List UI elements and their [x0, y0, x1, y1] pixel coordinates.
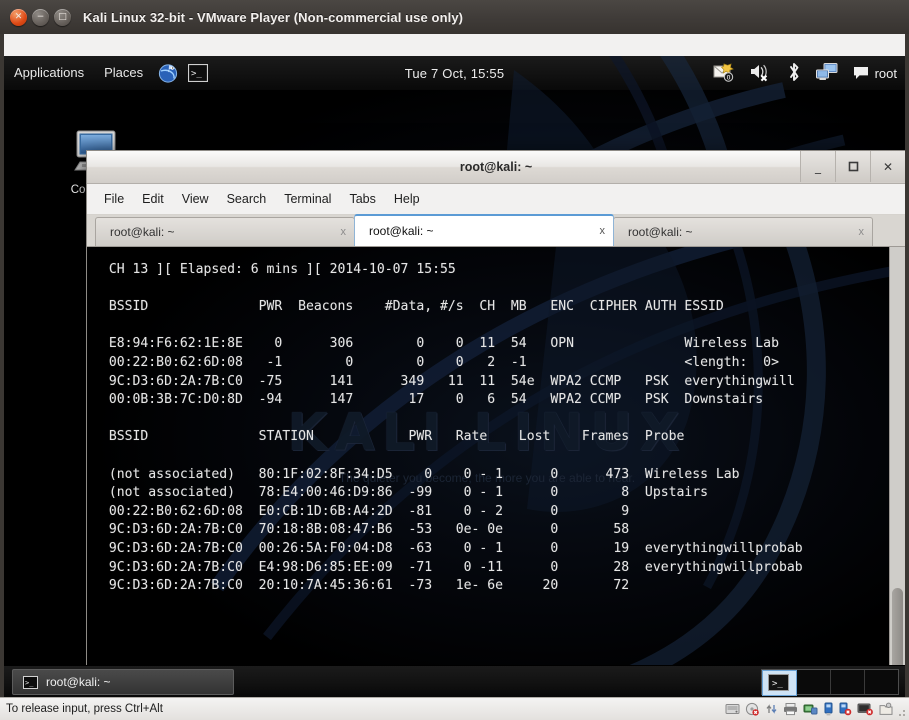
- vmware-window-title: Kali Linux 32-bit - VMware Player (Non-c…: [83, 9, 464, 25]
- workspace-switcher[interactable]: >_: [761, 669, 899, 696]
- terminal-tab-1[interactable]: root@kali: ~ x: [95, 217, 355, 246]
- display-disconnected-icon[interactable]: [857, 702, 874, 716]
- iceweasel-browser-icon[interactable]: [155, 60, 181, 86]
- desktop-area: KALI LINUX The quieter you become, the m…: [4, 56, 905, 685]
- terminal-window-controls: _ ✕: [800, 151, 905, 183]
- terminal-tab-3[interactable]: root@kali: ~ x: [613, 217, 873, 246]
- terminal-titlebar[interactable]: root@kali: ~ _ ✕: [87, 151, 905, 184]
- terminal-tab-1-close-icon[interactable]: x: [331, 226, 347, 238]
- vmware-guest-right-border: [905, 56, 909, 698]
- svg-text:>_: >_: [191, 69, 202, 79]
- terminal-tab-3-label: root@kali: ~: [628, 225, 693, 239]
- terminal-icon: >_: [23, 675, 38, 689]
- usb-disconnected-icon[interactable]: [839, 702, 852, 716]
- workspace-3[interactable]: [831, 670, 865, 694]
- menu-view[interactable]: View: [173, 189, 218, 209]
- terminal-tab-2[interactable]: root@kali: ~ x: [354, 214, 614, 246]
- usb-icon[interactable]: [823, 702, 834, 716]
- vmware-maximize-button[interactable]: □: [54, 8, 71, 26]
- workspace-window-thumbnail: >_: [768, 674, 789, 691]
- terminal-screen[interactable]: KALI LINUX The quieter you become, the m…: [87, 247, 889, 684]
- terminal-minimize-button[interactable]: _: [800, 151, 835, 182]
- shared-folder-icon[interactable]: [879, 702, 893, 716]
- terminal-tabbar: root@kali: ~ x root@kali: ~ x root@kali:…: [87, 214, 905, 247]
- menu-search[interactable]: Search: [218, 189, 276, 209]
- workspace-4[interactable]: [865, 670, 898, 694]
- vmware-titlebar: ✕ − □ Kali Linux 32-bit - VMware Player …: [0, 0, 909, 35]
- menu-terminal[interactable]: Terminal: [275, 189, 340, 209]
- chat-bubble-icon: [853, 67, 868, 79]
- vmware-left-border: [0, 34, 4, 56]
- gnome-bottom-panel: >_ root@kali: ~ >_: [4, 665, 905, 698]
- vmware-resize-grip[interactable]: [898, 709, 906, 717]
- svg-text:>_: >_: [25, 679, 34, 687]
- guest-screen: Applications Places >_ Tue 7 Oct, 15:55 …: [4, 56, 905, 698]
- vmware-statusbar: To release input, press Ctrl+Alt: [0, 697, 909, 720]
- vmware-toolbar-area: [0, 34, 909, 57]
- menu-tabs[interactable]: Tabs: [340, 189, 384, 209]
- panel-clock[interactable]: Tue 7 Oct, 15:55: [405, 66, 505, 81]
- close-icon: ✕: [14, 11, 23, 22]
- airodump-output: CH 13 ][ Elapsed: 6 mins ][ 2014-10-07 1…: [108, 262, 803, 594]
- screen-root: ✕ − □ Kali Linux 32-bit - VMware Player …: [0, 0, 909, 720]
- taskbar-window-button[interactable]: >_ root@kali: ~: [12, 669, 234, 695]
- vmware-close-button[interactable]: ✕: [10, 8, 27, 26]
- terminal-body: KALI LINUX The quieter you become, the m…: [87, 247, 905, 684]
- printer-icon[interactable]: [783, 702, 798, 716]
- vmware-right-border: [905, 34, 909, 56]
- terminal-tab-3-close-icon[interactable]: x: [849, 226, 865, 238]
- vmware-device-tray: [725, 702, 893, 716]
- terminal-menubar: File Edit View Search Terminal Tabs Help: [87, 184, 905, 215]
- menu-edit[interactable]: Edit: [133, 189, 173, 209]
- menu-help[interactable]: Help: [385, 189, 429, 209]
- panel-system-tray: 0 root: [713, 61, 897, 86]
- bluetooth-icon[interactable]: [787, 61, 801, 86]
- volume-muted-icon[interactable]: [749, 62, 773, 85]
- vmware-window-controls: ✕ − □: [10, 8, 71, 26]
- terminal-window: root@kali: ~ _ ✕ File Edit View Search T…: [86, 150, 905, 685]
- workspace-2[interactable]: [797, 670, 831, 694]
- network-activity-icon[interactable]: [765, 702, 778, 716]
- terminal-window-title: root@kali: ~: [459, 160, 533, 174]
- network-adapter-icon[interactable]: [803, 702, 818, 716]
- network-workgroup-icon[interactable]: [815, 62, 839, 85]
- menu-applications[interactable]: Applications: [4, 56, 94, 90]
- menu-places[interactable]: Places: [94, 56, 153, 90]
- taskbar-window-label: root@kali: ~: [46, 675, 111, 689]
- terminal-icon[interactable]: >_: [185, 60, 211, 86]
- maximize-icon: [848, 161, 858, 172]
- terminal-tab-2-label: root@kali: ~: [369, 224, 434, 238]
- menu-file[interactable]: File: [95, 189, 133, 209]
- mail-notification-icon[interactable]: 0: [713, 62, 735, 85]
- terminal-tab-2-close-icon[interactable]: x: [590, 225, 606, 237]
- vmware-minimize-button[interactable]: −: [32, 8, 49, 26]
- terminal-maximize-button[interactable]: [835, 151, 870, 182]
- vmware-status-message: To release input, press Ctrl+Alt: [6, 703, 163, 715]
- maximize-icon: □: [58, 11, 67, 22]
- terminal-tab-1-label: root@kali: ~: [110, 225, 175, 239]
- minimize-icon: −: [36, 11, 45, 22]
- hard-disk-icon[interactable]: [725, 702, 740, 716]
- gnome-top-panel: Applications Places >_ Tue 7 Oct, 15:55 …: [4, 56, 905, 91]
- panel-user-name: root: [874, 65, 897, 81]
- cd-drive-disconnected-icon[interactable]: [745, 702, 760, 716]
- terminal-scrollbar[interactable]: [889, 247, 905, 684]
- workspace-1[interactable]: >_: [762, 670, 797, 696]
- svg-text:>_: >_: [772, 679, 783, 689]
- svg-text:0: 0: [726, 74, 730, 81]
- panel-user-menu[interactable]: root: [853, 66, 897, 81]
- terminal-close-button[interactable]: ✕: [870, 151, 905, 182]
